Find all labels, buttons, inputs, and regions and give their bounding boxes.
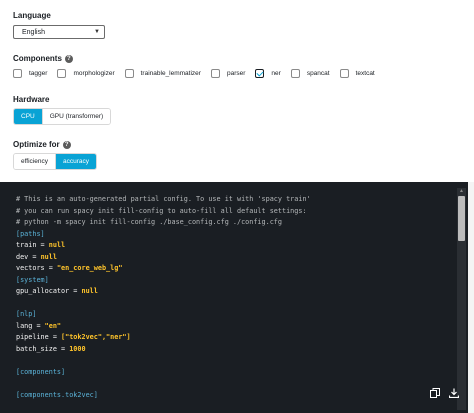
code-token-section: [system] — [16, 275, 49, 284]
chevron-down-icon: ▼ — [94, 29, 100, 35]
page-edge — [468, 182, 474, 413]
code-line: train = null — [16, 240, 311, 252]
code-token-section: [paths] — [16, 229, 45, 238]
component-label: ner — [271, 69, 281, 77]
component-option-morphologizer[interactable]: morphologizer — [57, 68, 115, 78]
component-checkbox-textcat[interactable] — [339, 68, 349, 78]
scroll-up-arrow-icon[interactable]: ▲ — [457, 188, 466, 194]
code-token-key: vectors — [16, 264, 45, 272]
code-line: # python -m spacy init fill-config ./bas… — [16, 217, 311, 229]
component-checkbox-tagger[interactable] — [13, 68, 22, 78]
component-label: spancat — [306, 69, 330, 77]
hardware-label: Hardware — [13, 95, 50, 104]
code-line: dev = null — [16, 252, 311, 264]
component-label: textcat — [355, 69, 375, 77]
code-line: vectors = "en_core_web_lg" — [16, 263, 311, 275]
component-label: morphologizer — [73, 69, 115, 77]
help-circle-icon[interactable]: ? — [64, 54, 73, 63]
code-line: [components.tok2vec] — [16, 390, 311, 402]
component-option-trainable_lemmatizer[interactable]: trainable_lemmatizer — [124, 68, 201, 78]
component-option-ner[interactable]: ner — [255, 68, 281, 78]
component-option-tagger[interactable]: tagger — [13, 68, 48, 78]
component-checkbox-parser[interactable] — [210, 68, 220, 78]
code-token-op: = — [44, 264, 57, 272]
code-token-val: null — [81, 287, 98, 295]
code-token-val: null — [48, 241, 66, 249]
code-token-op: = — [32, 321, 45, 330]
download-icon[interactable] — [449, 388, 459, 398]
components-label: Components ? — [13, 54, 73, 63]
code-scrollbar[interactable]: ▲ — [457, 188, 466, 410]
code-token-op: = — [48, 333, 62, 341]
code-line: [paths] — [16, 229, 311, 241]
component-option-textcat[interactable]: textcat — [339, 68, 375, 78]
code-token-val: 1000 — [69, 344, 86, 353]
code-token-key: pipeline — [16, 333, 49, 341]
code-line: [nlp] — [16, 309, 311, 321]
code-token-comment: # python -m spacy init fill-config ./bas… — [16, 218, 282, 226]
code-token-key: batch_size — [16, 344, 57, 353]
component-checkbox-ner[interactable] — [255, 68, 265, 78]
code-token-val: ["tok2vec","ner"] — [61, 333, 131, 341]
components-checkbox-row: tagger morphologizer trainable_lemmatizer p… — [13, 68, 385, 78]
optimize-option-efficiency[interactable]: efficiency — [14, 154, 56, 169]
code-line: # you can run spacy init fill-config to … — [16, 206, 311, 218]
code-token-key: train — [16, 241, 37, 249]
component-label: tagger — [29, 69, 48, 77]
code-line: gpu_allocator = null — [16, 286, 311, 298]
config-code-block: # This is an auto-generated partial conf… — [0, 182, 468, 413]
language-label: Language — [13, 11, 51, 20]
help-circle-icon[interactable]: ? — [62, 140, 71, 149]
copy-icon[interactable] — [430, 388, 440, 398]
hardware-option-cpu[interactable]: CPU — [14, 109, 43, 124]
scrollbar-thumb[interactable] — [458, 196, 465, 241]
component-checkbox-morphologizer[interactable] — [57, 68, 67, 78]
component-option-parser[interactable]: parser — [210, 68, 246, 78]
code-token-op: = — [28, 252, 41, 261]
code-line: [components] — [16, 367, 311, 379]
code-token-op: = — [36, 241, 49, 249]
code-line: # This is an auto-generated partial conf… — [16, 194, 311, 206]
code-line: pipeline = ["tok2vec","ner"] — [16, 332, 311, 344]
component-checkbox-trainable_lemmatizer[interactable] — [124, 68, 134, 78]
code-token-val: "en" — [44, 321, 62, 330]
code-token-op: = — [56, 344, 70, 353]
code-token-comment: # This is an auto-generated partial conf… — [16, 195, 311, 203]
code-line: lang = "en" — [16, 321, 311, 333]
code-token-section: [nlp] — [16, 310, 37, 318]
quickstart-form: Language English ▼ Components ? tagger mo… — [0, 0, 474, 182]
optimize-label: Optimize for ? — [13, 140, 71, 149]
config-code-lines: # This is an auto-generated partial conf… — [16, 194, 311, 401]
optimize-option-accuracy[interactable]: accuracy — [55, 154, 96, 169]
code-token-val: "en_core_web_lg" — [56, 264, 123, 272]
component-label: trainable_lemmatizer — [140, 69, 201, 77]
code-token-comment: # you can run spacy init fill-config to … — [16, 206, 307, 215]
code-line: [system] — [16, 275, 311, 287]
code-token-key: lang — [16, 321, 33, 330]
hardware-toggle-group: CPU GPU (transformer) — [13, 108, 112, 125]
component-label: parser — [226, 69, 246, 77]
language-select[interactable]: English ▼ — [13, 25, 105, 39]
code-token-key: gpu_allocator — [16, 287, 70, 295]
code-token-key: dev — [16, 252, 29, 261]
code-token-op: = — [69, 287, 82, 295]
component-checkbox-spancat[interactable] — [290, 68, 300, 78]
code-token-section: [components] — [16, 367, 66, 376]
code-token-val: null — [40, 252, 57, 261]
hardware-option-gpu-transformer[interactable]: GPU (transformer) — [42, 109, 111, 124]
language-select-value: English — [22, 28, 45, 36]
component-option-spancat[interactable]: spancat — [290, 68, 330, 78]
code-token-section: [components.tok2vec] — [16, 390, 98, 399]
code-line: batch_size = 1000 — [16, 344, 311, 356]
optimize-toggle-group: efficiency accuracy — [13, 153, 97, 170]
